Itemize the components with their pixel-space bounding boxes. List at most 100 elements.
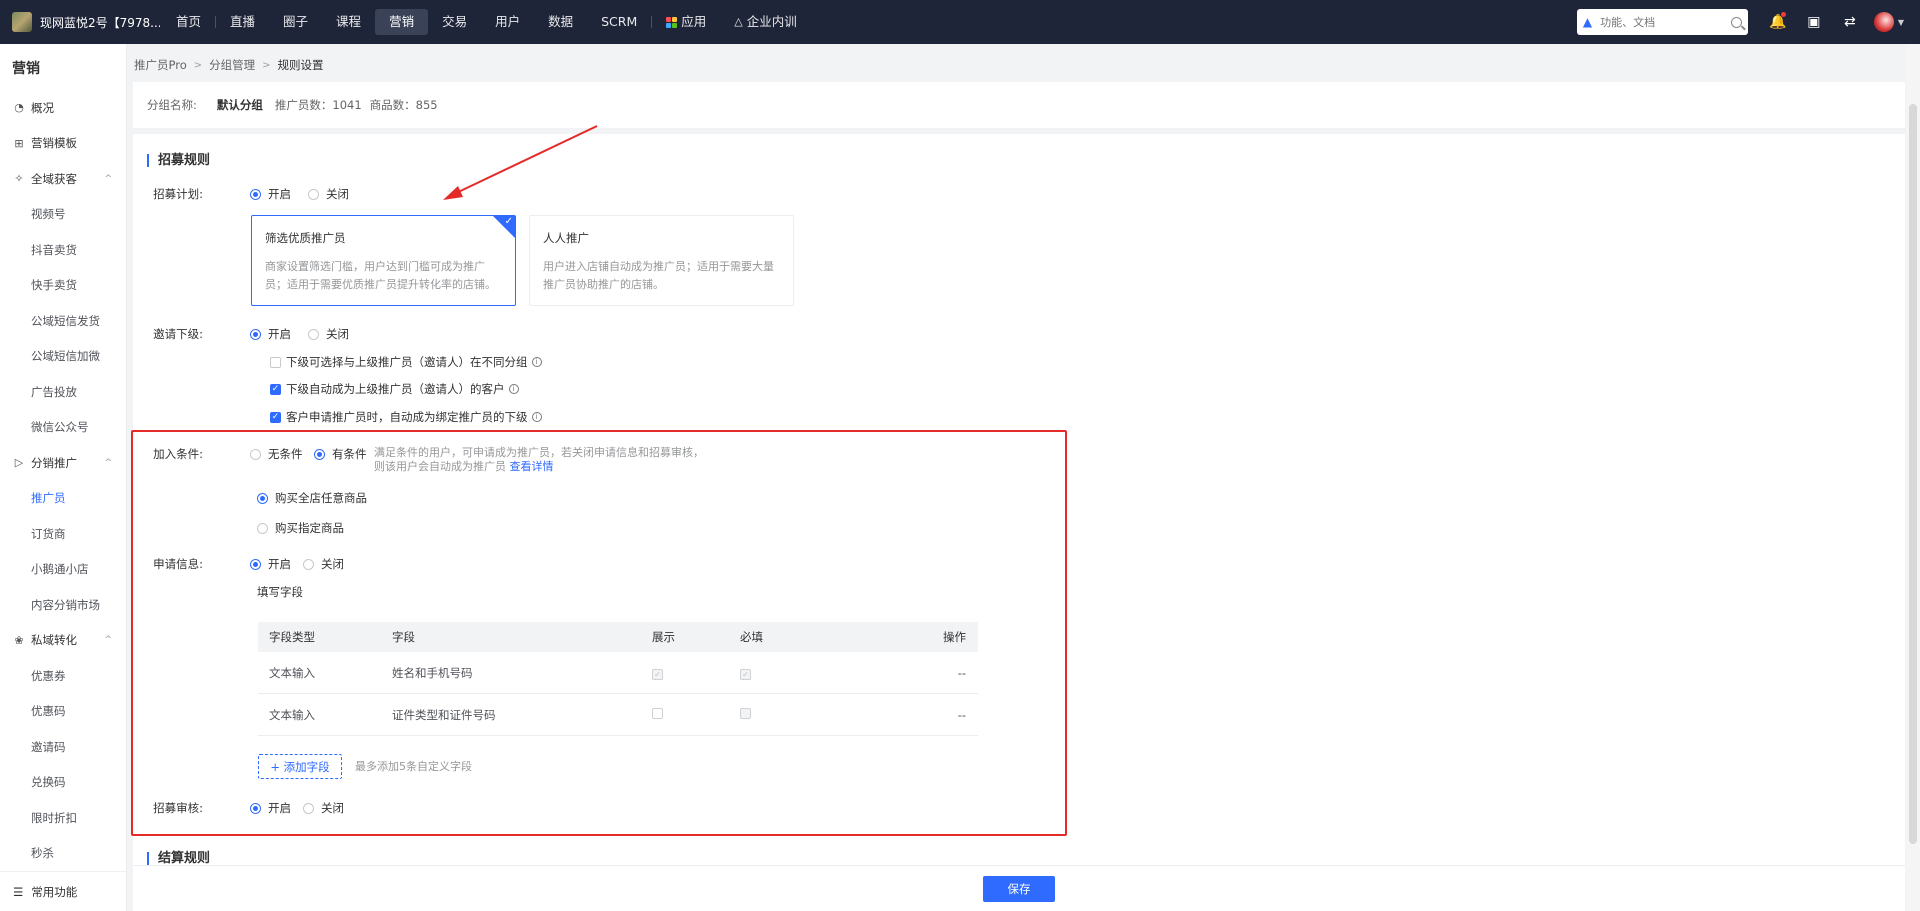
flower-icon: ❀ bbox=[14, 633, 24, 647]
sidebar-footer-favorites[interactable]: ☰ 常用功能 bbox=[0, 871, 126, 911]
sidebar-group-acquisition[interactable]: ✧ 全域获客 ^ bbox=[0, 161, 126, 197]
sidebar-item-mini-shop[interactable]: 小鹅通小店 bbox=[0, 552, 126, 588]
join-has-condition[interactable]: 有条件 bbox=[314, 446, 367, 462]
fields-table: 字段类型 字段 展示 必填 操作 文本输入 姓名和手机号码 ✓ ✓ -- 文本输… bbox=[258, 622, 978, 736]
nav-enterprise-training[interactable]: △ 企业内训 bbox=[720, 9, 810, 35]
invite-on[interactable]: 开启 bbox=[250, 326, 291, 342]
training-icon: △ bbox=[734, 15, 743, 28]
nav-scrm[interactable]: SCRM bbox=[587, 9, 651, 35]
shop-switcher[interactable]: 现网蓝悦2号【7978... bbox=[0, 12, 162, 32]
radio-checked bbox=[250, 188, 261, 200]
sidebar-item-label: 分销推广 bbox=[31, 455, 77, 470]
nav-marketing[interactable]: 营销 bbox=[375, 9, 429, 35]
radio-label: 购买指定商品 bbox=[275, 521, 344, 535]
chevron-down-icon[interactable]: ▼ bbox=[1898, 18, 1904, 27]
checkbox-unchecked bbox=[270, 356, 281, 368]
nav-circle[interactable]: 圈子 bbox=[269, 9, 322, 35]
sidebar-item-wechat-oa[interactable]: 微信公众号 bbox=[0, 410, 126, 446]
save-button[interactable]: 保存 bbox=[983, 875, 1055, 902]
store-icon[interactable]: ▣ bbox=[1796, 14, 1832, 30]
check-auto-customer[interactable]: ✓ 下级自动成为上级推广员（邀请人）的客户 i bbox=[270, 381, 519, 397]
megaphone-icon: ▷ bbox=[14, 456, 24, 470]
apply-info-off[interactable]: 关闭 bbox=[303, 556, 344, 572]
buy-any-product[interactable]: 购买全店任意商品 bbox=[257, 490, 367, 506]
join-no-condition[interactable]: 无条件 bbox=[250, 446, 303, 462]
review-off[interactable]: 关闭 bbox=[303, 800, 344, 816]
breadcrumb-promoter-pro[interactable]: 推广员Pro bbox=[134, 57, 187, 73]
sidebar-item-invite-code[interactable]: 邀请码 bbox=[0, 729, 126, 765]
chevron-up-icon: ^ bbox=[104, 173, 112, 184]
sidebar-item-kuaishou[interactable]: 快手卖货 bbox=[0, 268, 126, 304]
sidebar-item-promoter[interactable]: 推广员 bbox=[0, 481, 126, 517]
check-different-group[interactable]: 下级可选择与上级推广员（邀请人）在不同分组 i bbox=[270, 354, 542, 370]
scrollbar[interactable] bbox=[1906, 44, 1920, 911]
sidebar-item-content-market[interactable]: 内容分销市场 bbox=[0, 587, 126, 623]
chevron-up-icon: ^ bbox=[104, 635, 112, 646]
product-count: 商品数：855 bbox=[369, 98, 438, 112]
radio-unchecked bbox=[308, 188, 319, 200]
chevron-right-icon: > bbox=[193, 59, 203, 71]
recruit-plan-on[interactable]: 开启 bbox=[250, 186, 291, 202]
add-field-hint: 最多添加5条自定义字段 bbox=[355, 760, 472, 773]
cell-display[interactable] bbox=[652, 707, 740, 722]
avatar[interactable] bbox=[1873, 12, 1894, 32]
scrollbar-thumb[interactable] bbox=[1909, 104, 1917, 844]
apply-info-on[interactable]: 开启 bbox=[250, 556, 291, 572]
nav-apps[interactable]: 应用 bbox=[652, 9, 720, 35]
sidebar-item-flash-discount[interactable]: 限时折扣 bbox=[0, 800, 126, 836]
add-field-button[interactable]: + 添加字段 bbox=[258, 754, 342, 779]
table-row: 文本输入 姓名和手机号码 ✓ ✓ -- bbox=[258, 652, 978, 694]
sidebar-item-douyin[interactable]: 抖音卖货 bbox=[0, 232, 126, 268]
sidebar-item-distributor[interactable]: 订货商 bbox=[0, 516, 126, 552]
nav-home[interactable]: 首页 bbox=[162, 9, 215, 35]
search-input[interactable] bbox=[1600, 15, 1731, 29]
nav-trade[interactable]: 交易 bbox=[428, 9, 481, 35]
sidebar-item-coupon[interactable]: 优惠券 bbox=[0, 658, 126, 694]
check-auto-subordinate[interactable]: ✓ 客户申请推广员时，自动成为绑定推广员的下级 i bbox=[270, 409, 542, 425]
info-icon[interactable]: i bbox=[531, 357, 542, 367]
nav-users[interactable]: 用户 bbox=[481, 9, 534, 35]
sidebar-item-promo-code[interactable]: 优惠码 bbox=[0, 694, 126, 730]
nav-data[interactable]: 数据 bbox=[534, 9, 587, 35]
review-on[interactable]: 开启 bbox=[250, 800, 291, 816]
recruit-plan-off[interactable]: 关闭 bbox=[308, 186, 349, 202]
sidebar-item-label: 概况 bbox=[31, 100, 54, 115]
search-icon[interactable] bbox=[1730, 16, 1742, 28]
breadcrumb-group-management[interactable]: 分组管理 bbox=[209, 57, 255, 73]
sidebar-group-private[interactable]: ❀ 私域转化 ^ bbox=[0, 623, 126, 659]
buy-specific-product[interactable]: 购买指定商品 bbox=[257, 520, 344, 536]
nav-live[interactable]: 直播 bbox=[216, 9, 269, 35]
info-icon[interactable]: i bbox=[508, 384, 519, 394]
group-info-bar: 分组名称: 默认分组 推广员数：1041 商品数：855 bbox=[133, 82, 1905, 128]
card-everyone-promote[interactable]: 人人推广 用户进入店铺自动成为推广员；适用于需要大量推广员协助推广的店铺。 bbox=[529, 215, 794, 306]
invite-off[interactable]: 关闭 bbox=[308, 326, 349, 342]
nav-course[interactable]: 课程 bbox=[322, 9, 375, 35]
sidebar-item-marketing-templates[interactable]: ⊞ 营销模板 bbox=[0, 126, 126, 162]
card-desc: 商家设置筛选门槛，用户达到门槛可成为推广员；适用于需要优质推广员提升转化率的店铺… bbox=[265, 260, 496, 291]
checkbox-unchecked[interactable] bbox=[652, 707, 663, 719]
bell-icon[interactable]: 🔔 bbox=[1760, 12, 1796, 30]
sidebar-item-sms-wechat[interactable]: 公域短信加微 bbox=[0, 339, 126, 375]
apply-info-label: 申请信息: bbox=[153, 557, 203, 571]
radio-checked bbox=[250, 558, 261, 570]
cell-field: 证件类型和证件号码 bbox=[392, 707, 496, 722]
sidebar-item-seckill[interactable]: 秒杀 bbox=[0, 836, 126, 872]
sidebar-item-sms-shipping[interactable]: 公域短信发货 bbox=[0, 303, 126, 339]
radio-label: 开启 bbox=[268, 801, 291, 815]
sidebar-item-channels[interactable]: 视频号 bbox=[0, 197, 126, 233]
table-header: 字段类型 字段 展示 必填 操作 bbox=[258, 622, 978, 652]
pie-chart-icon: ◔ bbox=[14, 101, 24, 115]
switch-icon[interactable]: ⇄ bbox=[1832, 14, 1868, 30]
view-details-link[interactable]: 查看详情 bbox=[510, 460, 554, 473]
radio-label: 购买全店任意商品 bbox=[275, 491, 367, 505]
card-title: 人人推广 bbox=[543, 231, 589, 245]
global-search[interactable]: ▲ bbox=[1576, 9, 1748, 35]
info-icon[interactable]: i bbox=[531, 412, 542, 422]
sidebar-item-ads[interactable]: 广告投放 bbox=[0, 374, 126, 410]
sidebar-group-distribution[interactable]: ▷ 分销推广 ^ bbox=[0, 445, 126, 481]
sidebar-item-redeem-code[interactable]: 兑换码 bbox=[0, 765, 126, 801]
card-quality-promoter[interactable]: 筛选优质推广员 商家设置筛选门槛，用户达到门槛可成为推广员；适用于需要优质推广员… bbox=[251, 215, 516, 306]
radio-label: 无条件 bbox=[268, 447, 303, 461]
top-right-tools: ▲ 🔔 ▣ ⇄ ▼ bbox=[1576, 0, 1920, 44]
sidebar-item-overview[interactable]: ◔ 概况 bbox=[0, 90, 126, 126]
